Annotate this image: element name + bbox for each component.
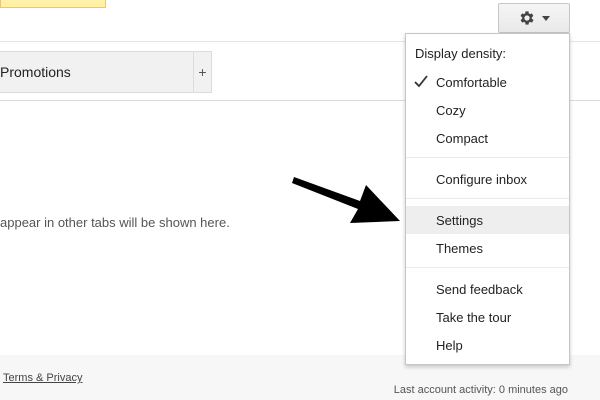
menu-item-comfortable[interactable]: Comfortable: [406, 68, 569, 96]
menu-item-cozy[interactable]: Cozy: [406, 96, 569, 124]
last-account-activity: Last account activity: 0 minutes ago: [393, 384, 568, 396]
display-density-heading: Display density:: [415, 46, 507, 61]
add-tab-button[interactable]: +: [194, 51, 212, 93]
menu-item-send-feedback[interactable]: Send feedback: [406, 275, 569, 303]
menu-item-label: Take the tour: [436, 309, 512, 325]
menu-item-settings[interactable]: Settings: [406, 206, 569, 234]
menu-item-configure-inbox[interactable]: Configure inbox: [406, 165, 569, 193]
menu-item-label: Themes: [436, 240, 483, 256]
menu-item-label: Send feedback: [436, 281, 523, 297]
settings-dropdown-menu: Display density: Comfortable Cozy Compac…: [405, 33, 570, 365]
settings-gear-button[interactable]: [498, 3, 570, 33]
tab-promotions[interactable]: Promotions: [0, 51, 194, 93]
menu-item-compact[interactable]: Compact: [406, 124, 569, 152]
gear-icon: [520, 11, 534, 25]
menu-item-themes[interactable]: Themes: [406, 234, 569, 262]
menu-item-help[interactable]: Help: [406, 331, 569, 359]
chevron-down-icon: [542, 15, 550, 21]
empty-tab-message: appear in other tabs will be shown here.: [0, 215, 230, 230]
menu-item-label: Compact: [436, 130, 489, 146]
menu-item-take-tour[interactable]: Take the tour: [406, 303, 569, 331]
menu-divider: [406, 157, 569, 158]
menu-item-label: Comfortable: [436, 74, 507, 90]
notice-banner: [0, 0, 106, 8]
menu-divider: [406, 198, 569, 199]
menu-item-label: Cozy: [436, 102, 466, 118]
tab-label: Promotions: [0, 64, 71, 80]
menu-divider: [406, 267, 569, 268]
category-tab-bar: Promotions +: [0, 51, 212, 93]
pointer-arrow: [292, 177, 400, 223]
terms-privacy-link[interactable]: Terms & Privacy: [3, 372, 82, 384]
menu-item-label: Help: [436, 337, 463, 353]
menu-item-label: Settings: [436, 212, 483, 228]
check-icon: [414, 75, 428, 88]
menu-item-label: Configure inbox: [436, 171, 528, 187]
